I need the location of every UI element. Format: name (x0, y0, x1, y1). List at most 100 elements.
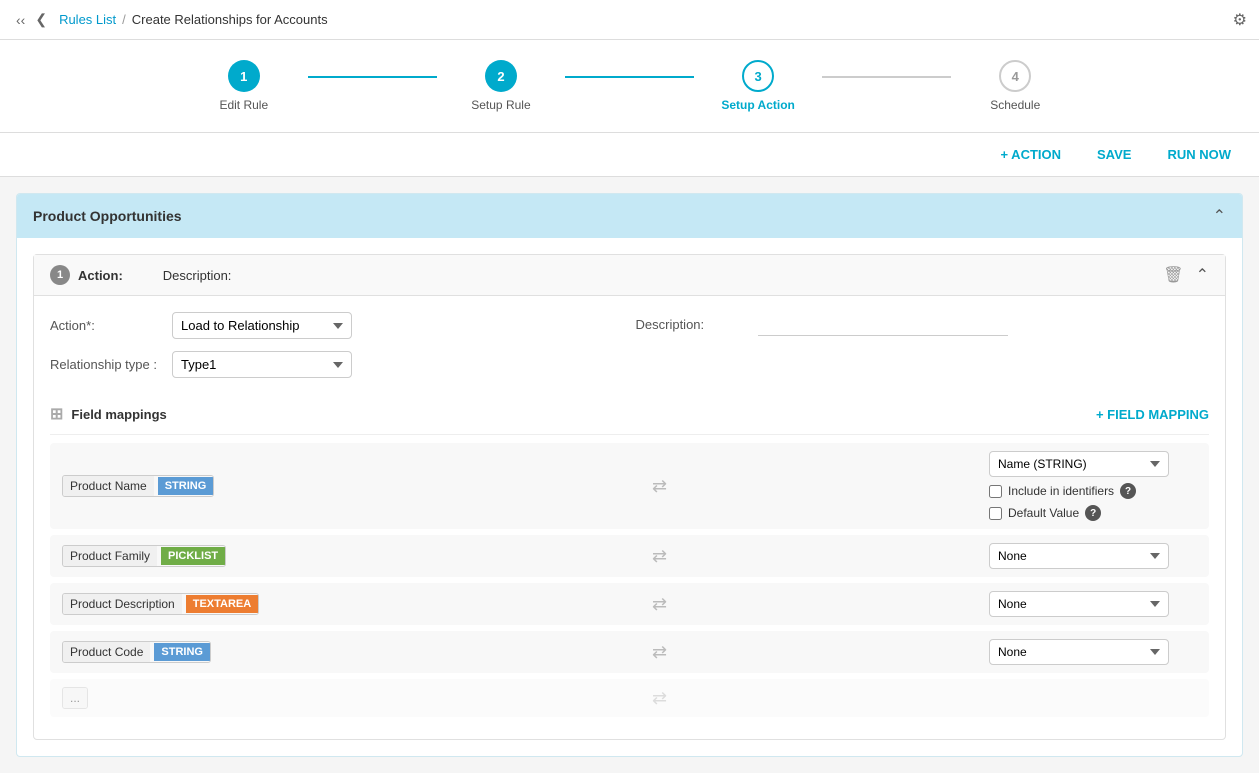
mapping-tag-partial: ... (62, 687, 330, 709)
include-identifiers-help[interactable]: ? (1120, 483, 1136, 499)
tag-type-product-description: TEXTAREA (186, 595, 258, 613)
field-mappings-header: ⊞ Field mappings + FIELD MAPPING (50, 394, 1209, 435)
mapping-row-inner-2: Product Family PICKLIST ⇄ None (50, 543, 1209, 569)
main-content: Product Opportunities ⌃ 1 Action: Descri… (0, 177, 1259, 773)
action-header-right: 🗑 ⌃ (1163, 265, 1209, 285)
mapping-icon-5: ⇄ (330, 688, 989, 709)
description-input[interactable] (758, 312, 1008, 336)
include-identifiers-label: Include in identifiers (1008, 484, 1114, 498)
tag-name-product-description: Product Description (63, 594, 182, 614)
mapping-right-2: None (989, 543, 1197, 569)
mapping-row-partial: ... ⇄ (50, 679, 1209, 717)
mapping-row-inner-1: Product Name STRING ⇄ Name (STRING) (50, 451, 1209, 521)
description-form-label: Description: (636, 317, 746, 332)
breadcrumb-separator: / (122, 12, 126, 27)
stepper: 1 Edit Rule 2 Setup Rule 3 Setup Action … (180, 60, 1080, 112)
mapping-right-4: None (989, 639, 1197, 665)
form-right: Description: (636, 312, 1210, 378)
mapping-tag-product-name: Product Name STRING (62, 475, 330, 497)
connector-3-4 (822, 76, 951, 78)
collapse-button[interactable]: ⌃ (1213, 206, 1226, 226)
toolbar: + ACTION SAVE RUN NOW (0, 133, 1259, 177)
default-value-row: Default Value ? (989, 505, 1101, 521)
section-card: Product Opportunities ⌃ 1 Action: Descri… (16, 193, 1243, 757)
grid-icon: ⊞ (50, 404, 63, 424)
tag-partial: ... (62, 687, 88, 709)
connector-2-3 (565, 76, 694, 78)
mapping-row-product-code: Product Code STRING ⇄ None (50, 631, 1209, 673)
include-identifiers-checkbox[interactable] (989, 485, 1002, 498)
step-2-label: Setup Rule (471, 98, 530, 112)
tag-type-product-code: STRING (154, 643, 210, 661)
nav-arrows: ‹‹ ❮ (12, 9, 51, 30)
action-field-label: Action*: (50, 318, 160, 333)
nav-forward-button[interactable]: ❮ (31, 9, 51, 30)
tag-product-description: Product Description TEXTAREA (62, 593, 259, 615)
settings-button[interactable]: ⚙ (1233, 10, 1247, 30)
step-2[interactable]: 2 Setup Rule (437, 60, 566, 112)
mapping-icon-4: ⇄ (330, 642, 989, 663)
field-mappings-title: ⊞ Field mappings (50, 404, 167, 424)
mapping-select-product-name[interactable]: Name (STRING) (989, 451, 1169, 477)
tag-name-product-family: Product Family (63, 546, 157, 566)
action-block: 1 Action: Description: 🗑 ⌃ Action*: (33, 254, 1226, 740)
tag-name-product-code: Product Code (63, 642, 150, 662)
form-left: Action*: Load to Relationship Relationsh… (50, 312, 624, 378)
nav-back-button[interactable]: ‹‹ (12, 9, 29, 30)
save-button[interactable]: SAVE (1089, 143, 1139, 166)
tag-type-product-name: STRING (158, 477, 214, 495)
mapping-row-inner-5: ... ⇄ (50, 687, 1209, 709)
section-title: Product Opportunities (33, 208, 182, 224)
mapping-select-product-description[interactable]: None (989, 591, 1169, 617)
action-form: Action*: Load to Relationship Relationsh… (34, 296, 1225, 394)
description-row: Description: (636, 312, 1210, 336)
transfer-icon-4: ⇄ (652, 642, 667, 663)
breadcrumb-link[interactable]: Rules List (59, 12, 116, 27)
step-4[interactable]: 4 Schedule (951, 60, 1080, 112)
step-4-label: Schedule (990, 98, 1040, 112)
delete-button[interactable]: 🗑 (1163, 265, 1183, 285)
field-mappings: ⊞ Field mappings + FIELD MAPPING Product… (34, 394, 1225, 739)
tag-name-product-name: Product Name (63, 476, 154, 496)
transfer-icon-3: ⇄ (652, 594, 667, 615)
mapping-row-product-description: Product Description TEXTAREA ⇄ None (50, 583, 1209, 625)
tag-type-product-family: PICKLIST (161, 547, 225, 565)
default-value-help[interactable]: ? (1085, 505, 1101, 521)
step-1[interactable]: 1 Edit Rule (180, 60, 309, 112)
include-identifiers-row: Include in identifiers ? (989, 483, 1136, 499)
description-header-label: Description: (163, 268, 232, 283)
transfer-icon-2: ⇄ (652, 546, 667, 567)
description-label-header: Description: (123, 268, 1164, 283)
action-number: 1 (50, 265, 70, 285)
step-3[interactable]: 3 Setup Action (694, 60, 823, 112)
field-mappings-label: Field mappings (71, 407, 166, 422)
mapping-right-3: None (989, 591, 1197, 617)
step-1-label: Edit Rule (219, 98, 268, 112)
mapping-tag-product-code: Product Code STRING (62, 641, 330, 663)
run-now-button[interactable]: RUN NOW (1159, 143, 1239, 166)
action-select[interactable]: Load to Relationship (172, 312, 352, 339)
top-nav: ‹‹ ❮ Rules List / Create Relationships f… (0, 0, 1259, 40)
collapse-action-button[interactable]: ⌃ (1196, 265, 1209, 285)
mapping-row-product-name: Product Name STRING ⇄ Name (STRING) (50, 443, 1209, 529)
action-header: 1 Action: Description: 🗑 ⌃ (34, 255, 1225, 296)
mapping-icon-2: ⇄ (330, 546, 989, 567)
tag-name-partial: ... (63, 688, 87, 708)
default-value-label: Default Value (1008, 506, 1079, 520)
mapping-select-product-family[interactable]: None (989, 543, 1169, 569)
add-action-button[interactable]: + ACTION (992, 143, 1069, 166)
step-4-circle: 4 (999, 60, 1031, 92)
mapping-row-product-family: Product Family PICKLIST ⇄ None (50, 535, 1209, 577)
breadcrumb: Rules List / Create Relationships for Ac… (59, 12, 328, 27)
step-3-circle: 3 (742, 60, 774, 92)
relationship-type-select[interactable]: Type1 (172, 351, 352, 378)
action-row: Action*: Load to Relationship (50, 312, 624, 339)
default-value-checkbox[interactable] (989, 507, 1002, 520)
mapping-select-product-code[interactable]: None (989, 639, 1169, 665)
nav-left: ‹‹ ❮ Rules List / Create Relationships f… (12, 9, 328, 30)
tag-product-family: Product Family PICKLIST (62, 545, 226, 567)
add-mapping-button[interactable]: + FIELD MAPPING (1096, 407, 1209, 422)
section-header: Product Opportunities ⌃ (17, 194, 1242, 238)
connector-1-2 (308, 76, 437, 78)
mapping-icon-3: ⇄ (330, 594, 989, 615)
